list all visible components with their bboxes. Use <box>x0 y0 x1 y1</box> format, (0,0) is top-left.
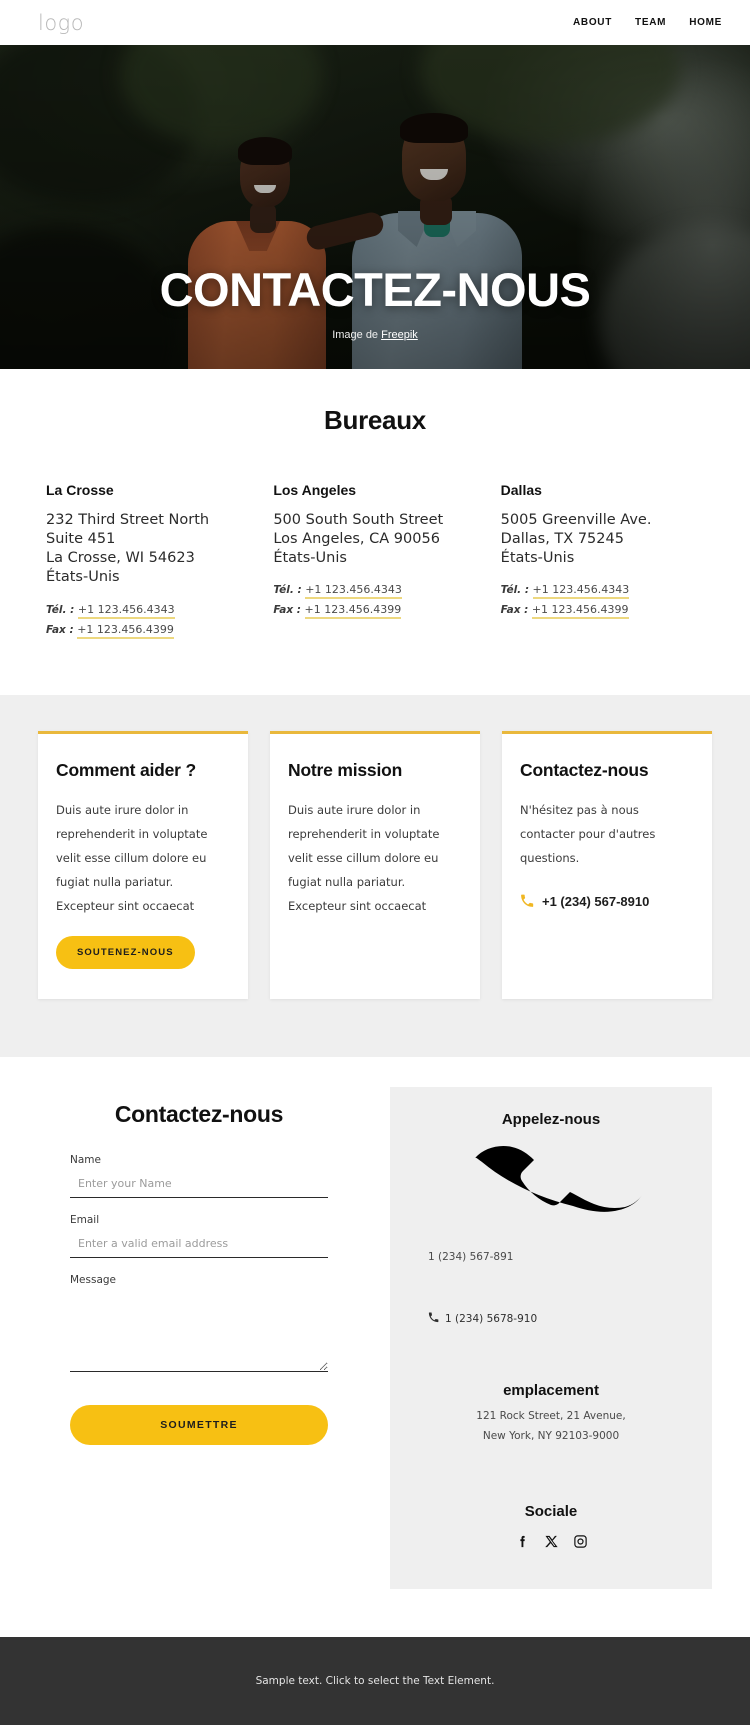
phone-secondary: 1 (234) 5678-910 <box>445 1313 538 1326</box>
contact-section: Contactez-nous Name Email Message SOUMET <box>0 1057 750 1638</box>
office-card: La Crosse 232 Third Street North Suite 4… <box>46 482 249 643</box>
site-footer: Sample text. Click to select the Text El… <box>0 1637 750 1725</box>
office-fax-link[interactable]: +1 123.456.4399 <box>77 622 174 639</box>
site-logo[interactable]: logo <box>38 11 84 35</box>
office-tel-row: Tél. : +1 123.456.4343 <box>273 583 476 600</box>
office-name: La Crosse <box>46 482 114 498</box>
phone-primary: 1 (234) 567-891 <box>428 1251 514 1264</box>
office-tel-row: Tél. : +1 123.456.4343 <box>46 602 249 619</box>
office-fax-row: Fax : +1 123.456.4399 <box>46 622 249 639</box>
email-label: Email <box>70 1214 100 1227</box>
phone-handset-icon <box>410 1136 692 1237</box>
office-fax-label: Fax : <box>273 604 302 617</box>
contact-grid: Contactez-nous Name Email Message SOUMET <box>0 1087 750 1590</box>
location-line-1: 121 Rock Street, 21 Avenue, <box>476 1410 626 1423</box>
location-line-2: New York, NY 92103-9000 <box>482 1430 620 1443</box>
card-text: Duis aute irure dolor in reprehenderit i… <box>56 802 208 914</box>
x-icon[interactable] <box>544 1534 559 1549</box>
contact-info-panel: Appelez-nous 1 (234) 567-891 1 (234) 567… <box>390 1087 712 1590</box>
message-field-group: Message <box>70 1274 328 1377</box>
offices-title: Bureaux <box>324 405 426 435</box>
office-fax-label: Fax : <box>500 604 529 617</box>
nav-link-home[interactable]: HOME <box>689 17 722 28</box>
hero-caption-prefix: Image de <box>332 329 382 341</box>
office-address: 232 Third Street North Suite 451 La Cros… <box>46 512 210 586</box>
card-text: N'hésitez pas à nous contacter pour d'au… <box>520 802 656 865</box>
facebook-icon[interactable] <box>515 1534 530 1549</box>
info-cards-grid: Comment aider ? Duis aute irure dolor in… <box>0 730 750 1000</box>
office-fax-row: Fax : +1 123.456.4399 <box>273 603 476 620</box>
message-textarea[interactable] <box>70 1294 328 1373</box>
hero-content: CONTACTEZ-NOUS Image de Freepik <box>0 266 750 341</box>
card-text: Duis aute irure dolor in reprehenderit i… <box>288 802 440 914</box>
name-field-group: Name <box>70 1154 328 1199</box>
email-input[interactable] <box>70 1237 328 1259</box>
card-phone-number: +1 (234) 567-8910 <box>542 894 650 910</box>
page-root: logo ABOUT TEAM HOME CONTACTEZ-NOUS Imag… <box>0 0 750 1725</box>
card-comment-aider: Comment aider ? Duis aute irure dolor in… <box>38 730 248 1000</box>
name-label: Name <box>70 1154 101 1167</box>
office-tel-link[interactable]: +1 123.456.4343 <box>77 602 175 619</box>
office-address: 5005 Greenville Ave. Dallas, TX 75245 Ét… <box>500 512 652 567</box>
offices-grid: La Crosse 232 Third Street North Suite 4… <box>0 436 750 643</box>
card-title: Comment aider ? <box>56 759 196 780</box>
hero-title: CONTACTEZ-NOUS <box>159 263 591 316</box>
office-tel-link[interactable]: +1 123.456.4343 <box>305 583 402 600</box>
call-us-title: Appelez-nous <box>501 1111 601 1129</box>
phone-primary-row: 1 (234) 567-891 <box>410 1247 692 1268</box>
hero-caption: Image de Freepik <box>0 329 750 341</box>
office-card: Dallas 5005 Greenville Ave. Dallas, TX 7… <box>501 482 704 643</box>
card-notre-mission: Notre mission Duis aute irure dolor in r… <box>270 730 480 1000</box>
location-block: emplacement 121 Rock Street, 21 Avenue, … <box>410 1382 692 1447</box>
office-tel-label: Tél. : <box>273 584 302 597</box>
office-fax-row: Fax : +1 123.456.4399 <box>500 603 704 620</box>
freepik-link[interactable]: Freepik <box>381 329 418 341</box>
phone-icon <box>520 894 534 910</box>
office-name: Dallas <box>500 482 542 498</box>
office-fax-label: Fax : <box>46 623 74 636</box>
office-tel-row: Tél. : +1 123.456.4343 <box>500 583 704 600</box>
phone-secondary-row[interactable]: 1 (234) 5678-910 <box>410 1312 692 1326</box>
social-block: Sociale <box>410 1503 692 1549</box>
hero-banner: CONTACTEZ-NOUS Image de Freepik <box>0 45 750 369</box>
office-name: Los Angeles <box>273 482 357 498</box>
offices-section: Bureaux La Crosse 232 Third Street North… <box>0 369 750 695</box>
nav-link-about[interactable]: ABOUT <box>573 17 612 28</box>
footer-text[interactable]: Sample text. Click to select the Text El… <box>256 1675 495 1687</box>
office-card: Los Angeles 500 South South Street Los A… <box>273 482 476 643</box>
office-tel-label: Tél. : <box>500 584 530 597</box>
location-title: emplacement <box>503 1382 599 1400</box>
name-input[interactable] <box>70 1177 328 1199</box>
support-us-button[interactable]: SOUTENEZ-NOUS <box>56 936 195 970</box>
office-tel-label: Tél. : <box>46 603 75 616</box>
contact-form-fields: Name Email Message SOUMETTRE <box>38 1154 360 1446</box>
main-navigation: ABOUT TEAM HOME <box>573 17 722 28</box>
submit-button[interactable]: SOUMETTRE <box>70 1405 328 1446</box>
card-phone-row[interactable]: +1 (234) 567-8910 <box>520 894 694 910</box>
message-label: Message <box>70 1274 117 1287</box>
social-title: Sociale <box>524 1503 578 1521</box>
nav-link-team[interactable]: TEAM <box>635 17 666 28</box>
contact-form: Contactez-nous Name Email Message SOUMET <box>38 1087 360 1446</box>
office-address: 500 South South Street Los Angeles, CA 9… <box>273 512 444 567</box>
card-title: Contactez-nous <box>520 759 649 780</box>
card-title: Notre mission <box>288 759 403 780</box>
site-header: logo ABOUT TEAM HOME <box>0 0 750 45</box>
phone-icon <box>428 1312 439 1326</box>
card-contactez-nous: Contactez-nous N'hésitez pas à nous cont… <box>502 730 712 1000</box>
social-links <box>410 1534 692 1549</box>
office-tel-link[interactable]: +1 123.456.4343 <box>532 583 630 600</box>
instagram-icon[interactable] <box>573 1534 588 1549</box>
office-fax-link[interactable]: +1 123.456.4399 <box>531 603 629 620</box>
office-fax-link[interactable]: +1 123.456.4399 <box>304 603 402 620</box>
info-cards-section: Comment aider ? Duis aute irure dolor in… <box>0 694 750 1058</box>
email-field-group: Email <box>70 1214 328 1259</box>
contact-form-title: Contactez-nous <box>114 1101 284 1128</box>
